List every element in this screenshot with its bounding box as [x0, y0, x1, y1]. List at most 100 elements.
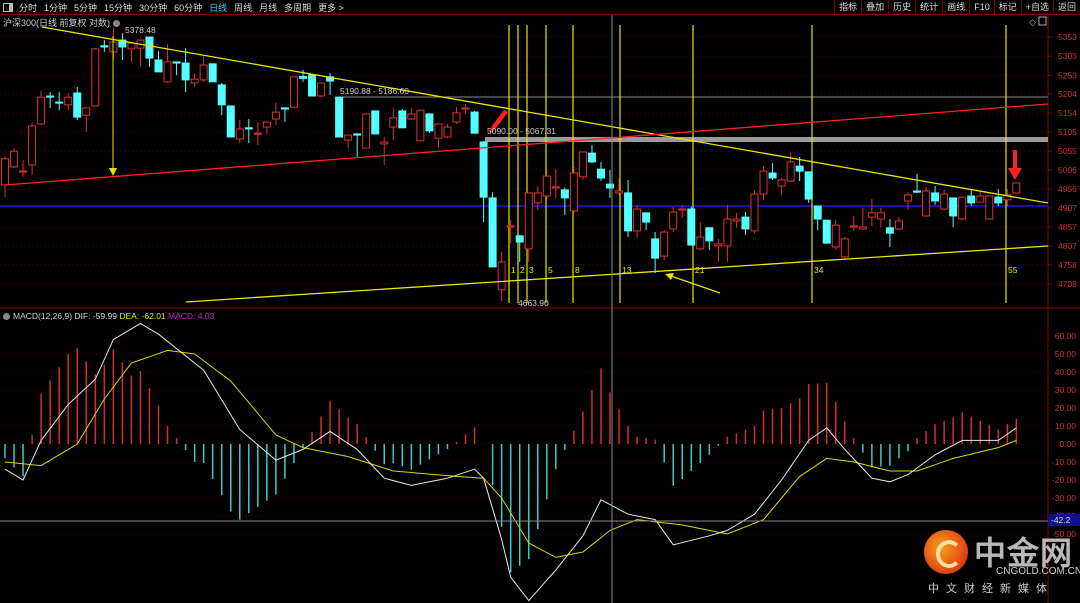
candle[interactable]: [732, 212, 741, 228]
candle[interactable]: [344, 134, 353, 149]
candle[interactable]: [335, 96, 344, 138]
candle[interactable]: [958, 196, 967, 221]
candle[interactable]: [922, 186, 931, 218]
candle[interactable]: [181, 48, 190, 93]
candle[interactable]: [461, 104, 470, 115]
candle[interactable]: [849, 215, 858, 231]
candle[interactable]: [759, 166, 768, 200]
candle[interactable]: [551, 169, 560, 198]
candle[interactable]: [822, 219, 831, 244]
candle[interactable]: [398, 109, 407, 129]
chevron-down-icon[interactable]: [113, 20, 121, 28]
candle[interactable]: [913, 173, 922, 193]
candle[interactable]: [479, 140, 488, 223]
candle[interactable]: [389, 107, 398, 141]
candle[interactable]: [651, 232, 660, 274]
candle[interactable]: [633, 204, 642, 238]
candle[interactable]: [362, 113, 371, 149]
candle[interactable]: [55, 92, 64, 111]
candle[interactable]: [587, 145, 596, 164]
candle[interactable]: [813, 205, 822, 231]
candle[interactable]: [750, 189, 759, 234]
support-trendline-yellow[interactable]: [185, 245, 1049, 303]
candle[interactable]: [506, 220, 515, 244]
candle[interactable]: [831, 220, 840, 251]
chart-title[interactable]: 沪深300(日线 前复权 对数): [3, 16, 121, 29]
candle[interactable]: [434, 123, 443, 149]
candle[interactable]: [560, 187, 569, 216]
candle[interactable]: [976, 192, 985, 203]
candle[interactable]: [154, 51, 163, 73]
candle[interactable]: [804, 171, 813, 203]
indicator-menu-icon[interactable]: [3, 313, 10, 321]
candle[interactable]: [407, 107, 416, 121]
candle[interactable]: [226, 105, 235, 138]
stock-chart[interactable]: 1 2 3 5 8 13 21 34 55 5378.48 5190.88 - 5186.60 …: [0, 0, 1080, 603]
candle[interactable]: [326, 73, 335, 95]
candle[interactable]: [723, 204, 732, 262]
candle[interactable]: [885, 218, 894, 247]
candle[interactable]: [416, 109, 425, 142]
candle[interactable]: [308, 74, 317, 97]
candle[interactable]: [470, 110, 479, 134]
candle[interactable]: [904, 192, 912, 211]
candle[interactable]: [244, 118, 253, 144]
candle[interactable]: [199, 56, 208, 82]
candle[interactable]: [452, 107, 461, 124]
candle[interactable]: [82, 107, 91, 133]
candle[interactable]: [380, 137, 389, 165]
candle[interactable]: [714, 238, 723, 262]
candle[interactable]: [1003, 189, 1012, 206]
candle[interactable]: [696, 222, 705, 251]
candle[interactable]: [208, 63, 217, 83]
candle[interactable]: [994, 189, 1003, 206]
settings-diamond-icon[interactable]: ◇: [1029, 17, 1036, 27]
candle[interactable]: [280, 107, 289, 123]
candle[interactable]: [1012, 182, 1021, 194]
candle[interactable]: [777, 177, 786, 195]
candle[interactable]: [271, 102, 280, 126]
candle[interactable]: [542, 169, 551, 200]
candle[interactable]: [768, 163, 777, 180]
candle[interactable]: [967, 189, 976, 206]
candle[interactable]: [253, 122, 262, 146]
candle[interactable]: [127, 42, 136, 62]
candle[interactable]: [353, 133, 362, 157]
candle[interactable]: [371, 110, 380, 135]
candle[interactable]: [172, 61, 181, 75]
candle[interactable]: [867, 199, 876, 226]
candle[interactable]: [515, 235, 524, 262]
candle[interactable]: [624, 179, 633, 237]
candle[interactable]: [73, 86, 82, 121]
candle[interactable]: [37, 91, 46, 126]
candle[interactable]: [741, 212, 750, 236]
candle[interactable]: [876, 207, 885, 228]
candle[interactable]: [985, 195, 994, 220]
candle[interactable]: [425, 112, 434, 134]
candle[interactable]: [488, 192, 497, 268]
candle[interactable]: [235, 120, 244, 144]
candle[interactable]: [145, 36, 154, 67]
candle[interactable]: [64, 92, 73, 111]
candle[interactable]: [217, 82, 226, 116]
candle[interactable]: [289, 76, 298, 108]
candle[interactable]: [949, 197, 958, 228]
candle[interactable]: [497, 251, 506, 302]
candle[interactable]: [443, 123, 452, 139]
candle[interactable]: [10, 148, 19, 169]
candle[interactable]: [19, 159, 28, 177]
candle[interactable]: [317, 82, 326, 98]
candle[interactable]: [524, 192, 533, 262]
candle[interactable]: [894, 217, 903, 231]
candle[interactable]: [660, 230, 669, 260]
candle[interactable]: [569, 166, 578, 213]
candle[interactable]: [91, 48, 100, 107]
candle[interactable]: [578, 151, 587, 180]
candle[interactable]: [705, 227, 714, 251]
candle[interactable]: [940, 189, 949, 211]
candle[interactable]: [100, 40, 109, 52]
candle[interactable]: [596, 161, 605, 182]
candle[interactable]: [840, 237, 849, 259]
panel-layout-icon[interactable]: [1038, 16, 1047, 26]
candle[interactable]: [858, 207, 867, 231]
